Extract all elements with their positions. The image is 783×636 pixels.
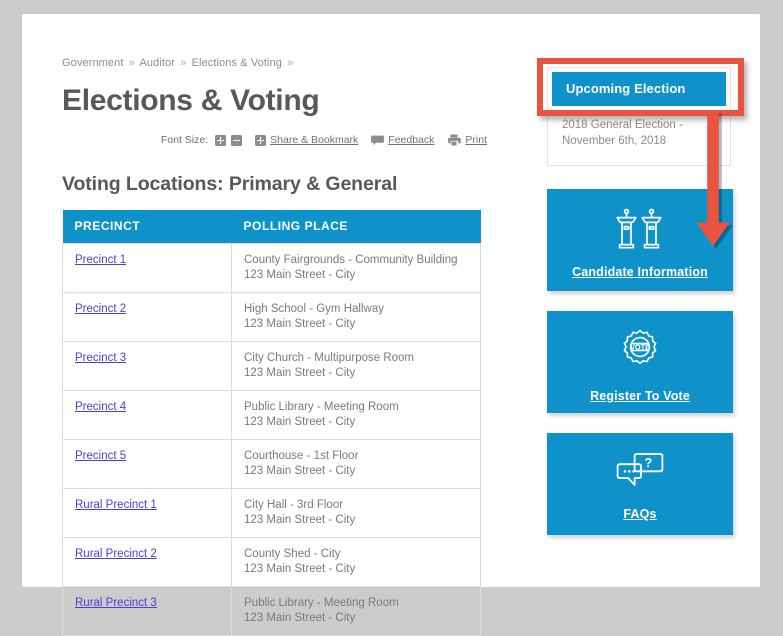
share-bookmark-link[interactable]: Share & Bookmark [270,134,358,146]
table-header-row: PRECINCT POLLING PLACE [62,210,481,244]
cell-precinct: Precinct 3 [62,341,232,391]
polling-place-address: 123 Main Street - City [244,562,356,575]
polling-place-name: County Shed - City [244,548,341,560]
cell-polling-place: Public Library - Meeting Room 123 Main St… [231,586,481,636]
font-size-controls: Font Size: [160,134,243,146]
minus-square-icon[interactable] [231,134,243,146]
table-row: Precinct 1 County Fairgrounds - Community… [62,243,481,293]
ellipsis-dots [623,470,635,473]
cell-polling-place: High School - Gym Hallway 123 Main Street… [231,292,481,342]
precinct-link[interactable]: Rural Precinct 1 [75,499,157,511]
cell-polling-place: City Church - Multipurpose Room 123 Main … [231,341,481,391]
table-row: Rural Precinct 2 County Shed - City 123 Ma… [62,537,481,587]
table-header: PRECINCT POLLING PLACE [62,210,481,244]
table-row: Precinct 2 High School - Gym Hallway 123 M… [62,292,481,342]
breadcrumb-separator-trailing: » [287,57,294,69]
polling-place-name: High School - Gym Hallway [244,303,384,315]
cell-precinct: Precinct 4 [62,390,232,440]
polling-place-name: City Church - Multipurpose Room [244,352,415,364]
table-row: Precinct 4 Public Library - Meeting Room 1… [62,390,481,440]
polling-place-address: 123 Main Street - City [244,611,356,624]
podiums-icon [547,189,733,251]
printer-icon[interactable] [447,134,462,146]
precinct-link[interactable]: Precinct 1 [75,254,126,266]
table-row: Precinct 3 City Church - Multipurpose Roo… [62,341,481,391]
print-control[interactable]: Print [447,134,487,146]
precinct-link[interactable]: Precinct 2 [75,303,126,315]
cell-polling-place: City Hall - 3rd Floor 123 Main Street - C… [231,488,481,538]
tile-candidate-information[interactable]: Candidate Information [547,189,733,291]
cell-polling-place: Public Library - Meeting Room 123 Main St… [231,390,481,440]
tile-register-to-vote[interactable]: VOTE Register To Vote [547,311,733,413]
breadcrumb-item-government[interactable]: Government [62,57,124,69]
vote-badge-text: VOTE [630,343,650,352]
speech-bubbles-question-icon: ? [547,433,733,493]
precinct-link[interactable]: Rural Precinct 2 [75,548,157,560]
upcoming-election-heading[interactable]: Upcoming Election [552,72,726,106]
polling-place-address: 123 Main Street - City [244,366,356,379]
page-title: Elections & Voting [62,84,320,117]
polling-place-address: 123 Main Street - City [244,317,356,330]
plus-square-icon[interactable] [255,134,267,146]
tile-faqs-label: FAQs [623,507,657,521]
cell-precinct: Precinct 5 [62,439,232,489]
cell-polling-place: County Fairgrounds - Community Building 1… [231,243,481,293]
cell-polling-place: County Shed - City 123 Main Street - City [231,537,481,587]
speech-bubble-icon[interactable] [371,135,385,146]
breadcrumb-item-auditor[interactable]: Auditor [139,57,175,69]
polling-place-name: Public Library - Meeting Room [244,597,399,609]
polling-place-name: Courthouse - 1st Floor [244,450,359,462]
vote-badge-icon: VOTE [547,311,733,375]
cell-precinct: Rural Precinct 3 [62,586,232,636]
precinct-link[interactable]: Precinct 5 [75,450,126,462]
feedback-link[interactable]: Feedback [388,134,434,146]
breadcrumb: Government » Auditor » Elections & Votin… [62,56,487,70]
feedback-control[interactable]: Feedback [371,134,434,146]
column-header-precinct: PRECINCT [62,210,232,244]
table-body: Precinct 1 County Fairgrounds - Community… [62,243,481,636]
precinct-link[interactable]: Precinct 4 [75,401,126,413]
cell-precinct: Precinct 2 [62,292,232,342]
share-bookmark-control[interactable]: Share & Bookmark [255,134,358,146]
polling-place-address: 123 Main Street - City [244,268,356,281]
cell-precinct: Precinct 1 [62,243,232,293]
upcoming-election-widget: Upcoming Election 2018 General Election … [547,67,731,166]
page-sheet: Government » Auditor » Elections & Votin… [22,14,760,636]
polling-locations-table: PRECINCT POLLING PLACE Precinct 1 County … [62,210,481,636]
breadcrumb-item-elections-voting[interactable]: Elections & Voting [192,57,282,69]
main-content: Government » Auditor » Elections & Votin… [62,56,487,636]
cell-polling-place: Courthouse - 1st Floor 123 Main Street - … [231,439,481,489]
polling-place-address: 123 Main Street - City [244,464,356,477]
column-header-polling-place: POLLING PLACE [231,210,481,244]
breadcrumb-separator: » [128,57,135,69]
polling-place-name: City Hall - 3rd Floor [244,499,344,511]
precinct-link[interactable]: Rural Precinct 3 [75,597,157,609]
table-row: Rural Precinct 1 City Hall - 3rd Floor 123… [62,488,481,538]
upcoming-election-body: 2018 General Election - November 6th, 20… [548,106,730,165]
precinct-link[interactable]: Precinct 3 [75,352,126,364]
upcoming-election-line1: 2018 General Election - [562,119,683,131]
breadcrumb-separator: » [180,57,187,69]
polling-place-name: County Fairgrounds - Community Building [244,254,458,266]
table-row: Rural Precinct 3 Public Library - Meeting… [62,586,481,636]
section-heading: Voting Locations: Primary & General [62,173,398,195]
cell-precinct: Rural Precinct 1 [62,488,232,538]
page-tools-bar: Font Size: Share & Bookmark Feedback Pri… [62,132,487,148]
plus-square-icon[interactable] [215,134,227,146]
question-mark-glyph: ? [644,455,652,470]
font-size-label: Font Size: [160,134,209,146]
upcoming-election-line2: November 6th, 2018 [562,135,667,147]
polling-place-address: 123 Main Street - City [244,415,356,428]
cell-precinct: Rural Precinct 2 [62,537,232,587]
table-row: Precinct 5 Courthouse - 1st Floor 123 Main… [62,439,481,489]
tile-candidate-information-label: Candidate Information [572,265,708,279]
tile-register-to-vote-label: Register To Vote [590,389,690,403]
polling-place-address: 123 Main Street - City [244,513,356,526]
print-link[interactable]: Print [465,134,487,146]
polling-place-name: Public Library - Meeting Room [244,401,399,413]
tile-faqs[interactable]: ? FAQs [547,433,733,535]
